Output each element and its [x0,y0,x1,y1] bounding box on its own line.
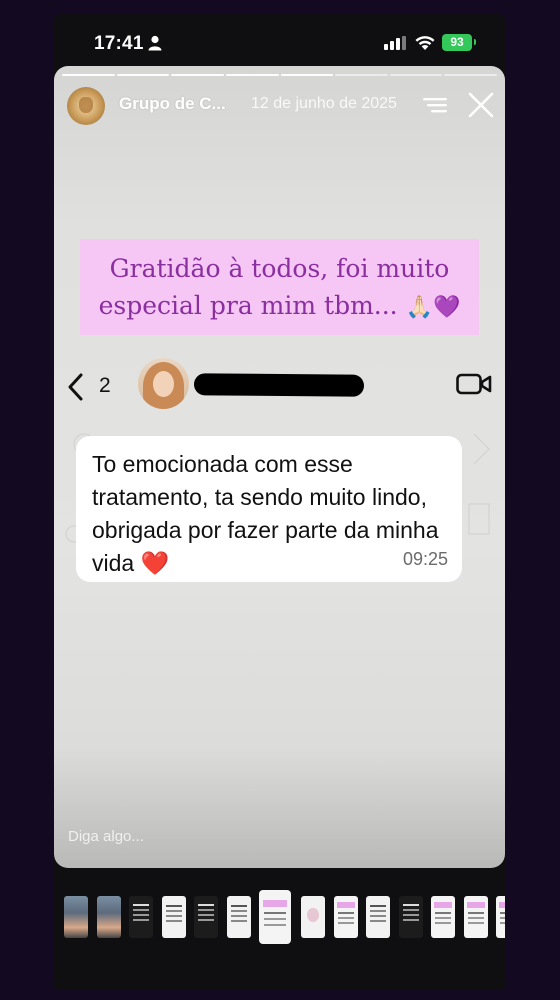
story-thumbnail[interactable] [226,896,251,938]
video-camera-icon [456,373,492,395]
story-thumbnail[interactable] [301,896,325,938]
caption-line-2-text: especial pra mim tbm... [98,291,398,320]
chat-message-bubble: To emocionada com esse tratamento, ta se… [76,436,462,582]
reply-input[interactable]: Diga algo... [68,828,144,845]
story-thumbnail[interactable] [398,896,423,938]
progress-segment [389,74,443,76]
story-thumbnail[interactable] [161,896,186,938]
progress-segment [116,74,170,76]
story-date: 12 de junho de 2025 [251,95,397,112]
close-icon[interactable] [468,92,494,118]
story-thumbnail-strip[interactable] [54,890,505,954]
story-thumbnail[interactable] [463,896,488,938]
story-thumbnail[interactable] [96,896,121,938]
menu-icon[interactable] [423,97,447,113]
story-thumbnail[interactable] [431,896,455,938]
message-time: 09:25 [402,549,448,569]
progress-segment [171,74,224,76]
phone-screen: 17:41 93 Grupo de C... 12 de junho de 20… [54,14,505,990]
story-thumbnail[interactable] [129,896,153,938]
battery-level: 93 [450,35,464,49]
story-thumbnail[interactable] [496,896,505,938]
unread-count: 2 [99,374,111,397]
story-author[interactable]: Grupo de C... [119,94,226,114]
story-caption: Gratidão à todos, foi muito especial pra… [80,239,479,335]
progress-segment [280,74,334,76]
group-avatar[interactable] [67,87,105,125]
status-bar: 17:41 93 [54,14,505,68]
caption-line-1: Gratidão à todos, foi muito [109,254,450,283]
contact-avatar [138,358,189,409]
progress-segment [335,74,388,76]
story-thumbnail[interactable] [333,896,358,938]
caption-emoji: 🙏🏻💜 [405,295,461,320]
wifi-icon [415,36,435,50]
story-thumbnail-current[interactable] [259,890,291,944]
story-card[interactable]: Grupo de C... 12 de junho de 2025 Gratid… [54,66,505,868]
battery-tip [474,39,476,45]
caption-line-2: especial pra mim tbm... 🙏🏻💜 [80,287,479,326]
story-thumbnail[interactable] [366,896,390,938]
progress-segment [62,74,115,76]
person-icon [148,35,162,51]
progress-segment [444,74,497,76]
story-progress-bar [62,74,497,77]
battery-indicator: 93 [442,34,472,51]
chevron-left-icon [68,373,83,401]
cellular-signal-icon [384,36,406,50]
status-time: 17:41 [94,33,144,54]
story-thumbnail[interactable] [194,896,218,938]
redacted-contact-name [193,373,365,397]
message-text: To emocionada com esse tratamento, ta se… [92,451,439,576]
progress-segment [225,74,279,76]
story-thumbnail[interactable] [64,896,88,938]
